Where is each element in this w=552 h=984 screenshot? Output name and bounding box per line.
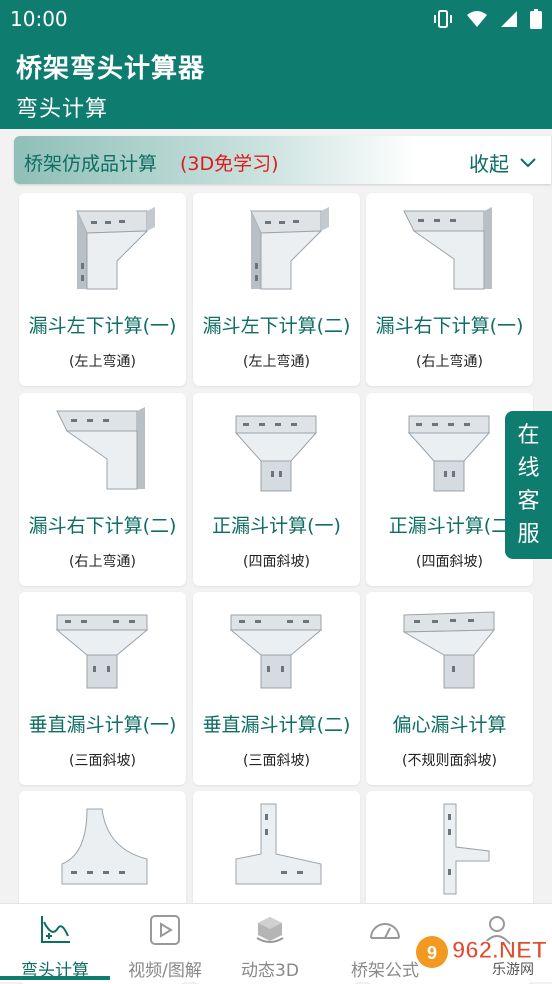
online-service-button[interactable]: 在 线 客 服 [505, 411, 552, 559]
card-title: 漏斗左下计算(二) [202, 315, 351, 337]
nav-video[interactable]: 视频/图解 [110, 904, 220, 982]
eccentric-funnel-image [402, 611, 496, 689]
section-header[interactable]: 桥架仿成品计算 (3D免学习) 收起 [14, 136, 551, 184]
nav-elbow-calc[interactable]: 弯头计算 [0, 904, 110, 982]
funnel-right-down-image [403, 207, 492, 290]
card-title: 漏斗右下计算(一) [375, 315, 524, 337]
signal-icon [501, 11, 517, 27]
card-straight-funnel-1[interactable]: 正漏斗计算(一) (四面斜坡) [193, 393, 360, 586]
vibrate-icon [434, 10, 452, 28]
nav-label: 动态3D [241, 961, 299, 981]
cs-char: 在 [517, 423, 540, 448]
chart-curve-icon [41, 916, 70, 943]
battery-icon [530, 9, 542, 29]
status-icons [432, 8, 542, 30]
cube-3d-icon [256, 917, 284, 943]
card-funnel-right-down-1[interactable]: 漏斗右下计算(一) (右上弯通) [366, 193, 533, 386]
vertical-funnel-image [55, 614, 149, 689]
card-title: 漏斗右下计算(二) [28, 515, 177, 537]
card-title: 偏心漏斗计算 [392, 714, 507, 736]
elbow-tray-image [443, 803, 490, 895]
straight-funnel-image [234, 415, 318, 492]
app-title: 桥架弯头计算器 [16, 54, 206, 84]
card-subtitle: (右上弯通) [69, 554, 136, 570]
video-play-icon [150, 915, 180, 945]
cs-char: 服 [517, 522, 540, 547]
watermark-sub: 乐游网 [492, 962, 534, 978]
card-subtitle: (右上弯通) [416, 354, 483, 370]
chevron-down-icon [520, 157, 536, 167]
cs-char: 客 [517, 489, 540, 514]
app-header: 10:00 桥架弯头计算器 弯头计算 [0, 0, 552, 129]
card-subtitle: (三面斜坡) [243, 753, 310, 769]
card-subtitle: (不规则面斜坡) [402, 753, 497, 769]
nav-active-indicator [0, 976, 110, 980]
card-subtitle: (四面斜坡) [243, 554, 310, 570]
funnel-left-down-image [250, 207, 329, 290]
section-title: 桥架仿成品计算 [24, 153, 158, 175]
nav-label: 视频/图解 [128, 961, 202, 981]
card-funnel-left-down-1[interactable]: 漏斗左下计算(一) (左上弯通) [19, 193, 186, 386]
card-subtitle: (左上弯通) [69, 354, 136, 370]
watermark-logo: 9 962.NET 乐游网 [416, 936, 548, 978]
straight-funnel-image [407, 415, 491, 492]
card-subtitle: (三面斜坡) [69, 753, 136, 769]
card-eccentric-funnel[interactable]: 偏心漏斗计算 (不规则面斜坡) [366, 592, 533, 785]
funnel-left-down-image [76, 207, 155, 290]
cs-char: 线 [517, 456, 540, 481]
card-funnel-left-down-2[interactable]: 漏斗左下计算(二) (左上弯通) [193, 193, 360, 386]
card-title: 垂直漏斗计算(一) [28, 714, 177, 736]
page-subtitle: 弯头计算 [16, 97, 109, 122]
card-title: 漏斗左下计算(一) [28, 315, 177, 337]
card-funnel-right-down-2[interactable]: 漏斗右下计算(二) (右上弯通) [19, 393, 186, 586]
wifi-icon [467, 11, 487, 27]
card-subtitle: (左上弯通) [243, 354, 310, 370]
nav-3d[interactable]: 动态3D [215, 904, 325, 982]
elbow-tray-image [61, 808, 148, 885]
collapse-label: 收起 [469, 152, 509, 176]
card-vertical-funnel-1[interactable]: 垂直漏斗计算(一) (三面斜坡) [19, 592, 186, 785]
svg-text:9: 9 [427, 943, 437, 963]
status-bar: 10:00 [0, 0, 552, 38]
collapse-button[interactable]: 收起 [469, 148, 537, 177]
watermark-text: 962.NET [452, 937, 547, 964]
card-title: 垂直漏斗计算(二) [202, 714, 351, 736]
vertical-funnel-image [229, 614, 323, 689]
section-note: (3D免学习) [180, 153, 279, 175]
gauge-icon [370, 923, 400, 939]
card-vertical-funnel-2[interactable]: 垂直漏斗计算(二) (三面斜坡) [193, 592, 360, 785]
card-title: 正漏斗计算(一) [212, 515, 341, 537]
elbow-tray-image [235, 803, 322, 885]
status-time: 10:00 [10, 7, 68, 31]
funnel-right-down-image [56, 407, 145, 490]
